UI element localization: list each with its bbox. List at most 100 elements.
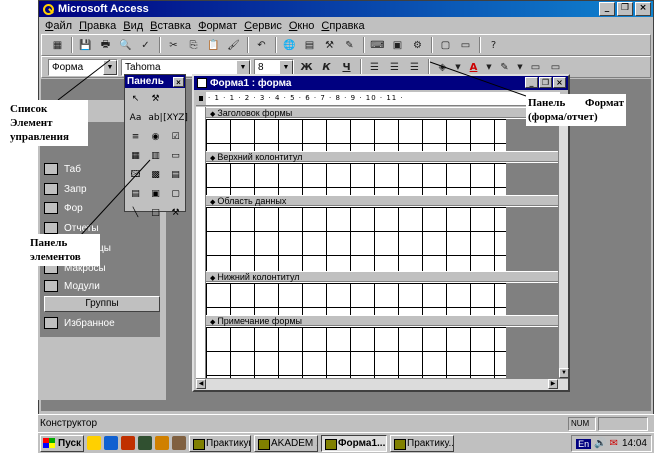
page-header-grid[interactable]	[206, 163, 506, 195]
toolbox-title-bar[interactable]: Панель ×	[125, 75, 185, 88]
page-break-icon[interactable]: ▤	[126, 185, 145, 203]
undo-icon[interactable]: ↶	[252, 37, 271, 54]
unbound-frame-icon[interactable]: ▩	[146, 166, 165, 184]
format-painter-icon[interactable]: 🖌	[224, 37, 243, 54]
copy-icon[interactable]: ⎘	[184, 37, 203, 54]
restore-button[interactable]: ❐	[617, 2, 633, 16]
menu-window[interactable]: Окно	[289, 20, 315, 32]
align-right-icon[interactable]: ☰	[405, 59, 424, 76]
menu-view[interactable]: Вид	[123, 20, 143, 32]
font-combo[interactable]: Tahoma ▼	[121, 58, 251, 76]
task-button-practicum-2[interactable]: Практику...	[390, 434, 454, 452]
line-color-icon[interactable]: ✎	[495, 59, 514, 76]
page-footer-grid[interactable]	[206, 283, 506, 315]
menu-file[interactable]: Файл	[45, 20, 72, 32]
database-window-icon[interactable]: ▢	[436, 37, 455, 54]
form-minimize-button[interactable]: _	[525, 77, 538, 88]
print-preview-icon[interactable]: 🔍	[116, 37, 135, 54]
quick-launch-outlook-icon[interactable]	[121, 436, 135, 450]
section-header-form-footer[interactable]: Примечание формы	[206, 315, 558, 326]
more-controls-icon[interactable]: ⚒	[166, 204, 185, 222]
chevron-down-icon[interactable]: ▼	[515, 59, 525, 76]
start-button[interactable]: Пуск	[40, 434, 84, 452]
vertical-scrollbar[interactable]: ▲ ▼	[558, 107, 569, 378]
line-tool-icon[interactable]: ╲	[126, 204, 145, 222]
task-button-form1[interactable]: Форма1....	[321, 434, 387, 452]
italic-button[interactable]: К	[317, 59, 336, 76]
form-header-grid[interactable]	[206, 119, 506, 151]
list-box-tool-icon[interactable]: ▥	[146, 147, 165, 165]
autoformat-icon[interactable]: ✎	[340, 37, 359, 54]
chevron-down-icon[interactable]: ▼	[103, 59, 117, 75]
command-button-icon[interactable]: ▭	[166, 147, 185, 165]
checkbox-tool-icon[interactable]: ☑	[166, 128, 185, 146]
toolbox-icon[interactable]: ⚒	[320, 37, 339, 54]
section-header-form-header[interactable]: Заголовок формы	[206, 107, 558, 118]
print-icon[interactable]: 🖶	[96, 37, 115, 54]
tray-app-icon[interactable]: ✉	[610, 438, 618, 449]
cut-icon[interactable]: ✂	[164, 37, 183, 54]
chevron-down-icon[interactable]: ▼	[236, 59, 250, 75]
view-icon[interactable]: ▦	[48, 37, 67, 54]
language-indicator[interactable]: En	[576, 438, 592, 449]
horizontal-scrollbar[interactable]: ◀ ▶	[196, 378, 568, 390]
section-header-page-header[interactable]: Верхний колонтитул	[206, 151, 558, 162]
bold-button[interactable]: Ж	[297, 59, 316, 76]
volume-icon[interactable]: 🔊	[594, 438, 606, 449]
section-header-page-footer[interactable]: Нижний колонтитул	[206, 271, 558, 282]
toggle-button-icon[interactable]: ≡	[126, 128, 145, 146]
db-item-modules[interactable]: Модули	[44, 277, 144, 295]
field-list-icon[interactable]: ▤	[300, 37, 319, 54]
close-button[interactable]: ×	[635, 2, 651, 16]
new-object-icon[interactable]: ▭	[456, 37, 475, 54]
quick-launch-ie-icon[interactable]	[104, 436, 118, 450]
align-left-icon[interactable]: ☰	[365, 59, 384, 76]
line-width-icon[interactable]: ▭	[526, 59, 545, 76]
help-icon[interactable]: ?	[484, 37, 503, 54]
quick-launch-app-icon[interactable]	[138, 436, 152, 450]
underline-button[interactable]: Ч	[337, 59, 356, 76]
save-icon[interactable]: 💾	[76, 37, 95, 54]
form-footer-grid[interactable]	[206, 327, 506, 378]
minimize-button[interactable]: _	[599, 2, 615, 16]
quick-launch-desktop-icon[interactable]	[87, 436, 101, 450]
form-close-button[interactable]: ×	[553, 77, 566, 88]
task-button-practicum[interactable]: Практикум	[189, 434, 251, 452]
menu-edit[interactable]: Правка	[79, 20, 116, 32]
control-wizards-icon[interactable]: ⚒	[146, 90, 165, 108]
menu-help[interactable]: Справка	[321, 20, 364, 32]
close-icon[interactable]: ×	[173, 76, 184, 87]
form-title-bar[interactable]: Форма1 : форма _ ❐ ×	[194, 76, 568, 90]
groups-button[interactable]: Группы	[44, 296, 160, 312]
align-center-icon[interactable]: ☰	[385, 59, 404, 76]
tab-control-icon[interactable]: ▣	[146, 185, 165, 203]
quick-launch-tool-icon[interactable]	[172, 436, 186, 450]
font-color-icon[interactable]: A	[464, 59, 483, 76]
chevron-down-icon[interactable]: ▼	[279, 59, 293, 75]
favorites-item[interactable]: Избранное	[44, 314, 144, 332]
scroll-right-icon[interactable]: ▶	[548, 379, 558, 389]
paste-icon[interactable]: 📋	[204, 37, 223, 54]
hyperlink-icon[interactable]: 🌐	[280, 37, 299, 54]
image-tool-icon[interactable]: 🖾	[126, 166, 145, 184]
option-button-icon[interactable]: ◉	[146, 128, 165, 146]
font-size-combo[interactable]: 8 ▼	[254, 58, 294, 76]
menu-tools[interactable]: Сервис	[244, 20, 282, 32]
subform-icon[interactable]: ▢	[166, 185, 185, 203]
section-header-detail[interactable]: Область данных	[206, 195, 558, 206]
task-button-akadem[interactable]: AKADEM ...	[254, 434, 318, 452]
form-design-surface[interactable]: Заголовок формы Верхний колонтитул Облас…	[206, 107, 558, 378]
code-icon[interactable]: ⌨	[368, 37, 387, 54]
fill-color-icon[interactable]: ◈	[433, 59, 452, 76]
object-combo[interactable]: Форма ▼	[48, 58, 118, 76]
properties-icon[interactable]: ▣	[388, 37, 407, 54]
chevron-down-icon[interactable]: ▼	[453, 59, 463, 76]
select-objects-icon[interactable]: ↖	[126, 90, 145, 108]
menu-format[interactable]: Формат	[198, 20, 237, 32]
label-tool-icon[interactable]: Аа	[126, 109, 145, 127]
build-icon[interactable]: ⚙	[408, 37, 427, 54]
bound-frame-icon[interactable]: ▤	[166, 166, 185, 184]
special-effect-icon[interactable]: ▭	[546, 59, 565, 76]
horizontal-ruler[interactable]: · 1 · 1 · 2 · 3 · 4 · 5 · 6 · 7 · 8 · 9 …	[196, 92, 560, 106]
form-maximize-button[interactable]: ❐	[539, 77, 552, 88]
